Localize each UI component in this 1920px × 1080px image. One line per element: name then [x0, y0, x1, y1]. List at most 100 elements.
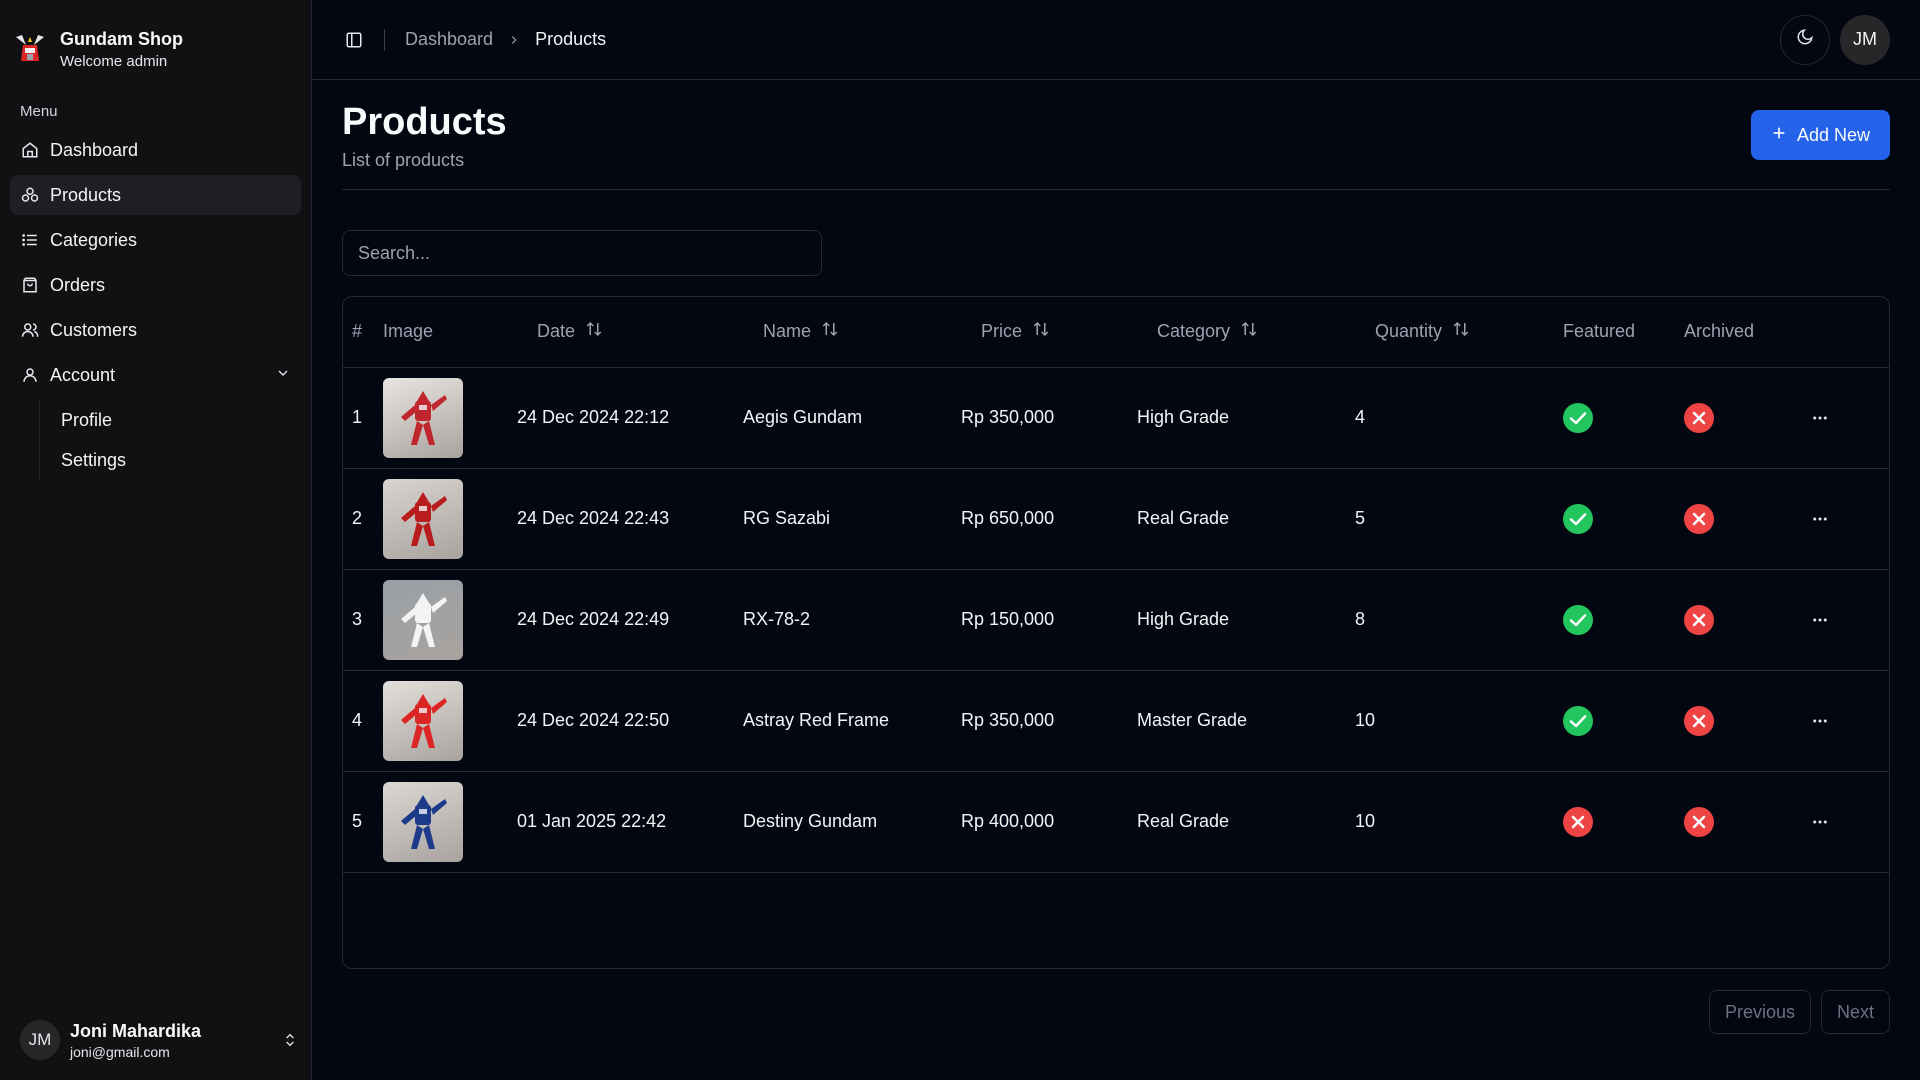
column-header-name[interactable]: Name	[763, 320, 839, 343]
divider	[384, 28, 385, 51]
row-quantity: 4	[1355, 367, 1563, 469]
pagination: Previous Next	[1708, 990, 1890, 1034]
row-number: 1	[343, 367, 383, 469]
table-row[interactable]: 3 24 Dec 2024 22:49 RX-78-2 Rp 150,000 H…	[343, 569, 1889, 671]
sidebar-nav: Dashboard Products Categories Orders Cus…	[0, 130, 311, 480]
column-header-actions	[1805, 297, 1889, 368]
table-row[interactable]: 4 24 Dec 2024 22:50 Astray Red Frame Rp …	[343, 670, 1889, 772]
page-title: Products	[342, 101, 507, 143]
sidebar-item-products[interactable]: Products	[10, 175, 301, 215]
search-input[interactable]	[342, 230, 822, 276]
column-header-featured: Featured	[1563, 297, 1684, 368]
sidebar-item-orders[interactable]: Orders	[10, 265, 301, 305]
sidebar-item-label: Categories	[50, 229, 138, 250]
row-date: 24 Dec 2024 22:50	[517, 670, 743, 772]
x-circle-icon	[1684, 604, 1714, 635]
product-thumbnail[interactable]	[383, 680, 463, 761]
check-circle-icon	[1563, 705, 1593, 736]
moon-icon	[1796, 28, 1814, 51]
row-date: 24 Dec 2024 22:49	[517, 569, 743, 671]
check-circle-icon	[1563, 604, 1593, 635]
sidebar-item-label: Account	[50, 364, 116, 385]
product-thumbnail[interactable]	[383, 478, 463, 559]
product-thumbnail[interactable]	[383, 377, 463, 458]
shopping-bag-icon	[20, 275, 40, 295]
column-header-label: Quantity	[1375, 321, 1443, 342]
more-actions-icon[interactable]	[1805, 807, 1835, 837]
x-circle-icon	[1684, 402, 1714, 433]
sort-icon	[1240, 320, 1258, 343]
next-button[interactable]: Next	[1820, 990, 1890, 1034]
table-row[interactable]: 5 01 Jan 2025 22:42 Destiny Gundam Rp 40…	[343, 771, 1889, 873]
row-quantity: 10	[1355, 670, 1563, 772]
chevrons-up-down-icon[interactable]	[280, 1030, 300, 1050]
row-category: High Grade	[1137, 569, 1355, 671]
more-actions-icon[interactable]	[1805, 504, 1835, 534]
user-icon	[20, 365, 40, 385]
column-header-price[interactable]: Price	[981, 320, 1050, 343]
sidebar-item-customers[interactable]: Customers	[10, 310, 301, 350]
sidebar-toggle-icon[interactable]	[342, 28, 366, 52]
chevron-right-icon	[507, 33, 521, 47]
table-row[interactable]: 2 24 Dec 2024 22:43 RG Sazabi Rp 650,000…	[343, 468, 1889, 570]
avatar[interactable]: JM	[1840, 14, 1890, 65]
row-price: Rp 350,000	[961, 367, 1137, 469]
breadcrumb-dashboard[interactable]: Dashboard	[405, 29, 493, 50]
x-circle-icon	[1563, 806, 1593, 837]
table-header-row: # Image Date Name Price Category Quantit…	[343, 297, 1889, 368]
theme-toggle-button[interactable]	[1780, 14, 1830, 65]
user-menu[interactable]: JM Joni Mahardika joni@gmail.com	[0, 1000, 320, 1080]
row-quantity: 8	[1355, 569, 1563, 671]
user-email: joni@gmail.com	[70, 1043, 170, 1060]
sidebar: Gundam Shop Welcome admin Menu Dashboard…	[0, 0, 312, 1080]
row-price: Rp 650,000	[961, 468, 1137, 570]
table-row[interactable]: 1 24 Dec 2024 22:12 Aegis Gundam Rp 350,…	[343, 367, 1889, 469]
brand[interactable]: Gundam Shop Welcome admin	[0, 0, 311, 80]
row-price: Rp 400,000	[961, 771, 1137, 873]
more-actions-icon[interactable]	[1805, 706, 1835, 736]
column-header-label: Category	[1157, 321, 1231, 342]
x-circle-icon	[1684, 503, 1714, 534]
column-header-image: Image	[383, 297, 517, 368]
sidebar-item-dashboard[interactable]: Dashboard	[10, 130, 301, 170]
chevron-down-icon	[275, 365, 291, 386]
row-number: 3	[343, 569, 383, 671]
x-circle-icon	[1684, 705, 1714, 736]
sort-icon	[1452, 320, 1470, 343]
brand-title: Gundam Shop	[60, 28, 183, 49]
row-name: RX-78-2	[743, 569, 961, 671]
brand-subtitle: Welcome admin	[60, 52, 168, 70]
sidebar-item-account[interactable]: Account	[10, 355, 301, 395]
row-quantity: 5	[1355, 468, 1563, 570]
sidebar-item-profile[interactable]: Profile	[61, 400, 301, 440]
previous-button[interactable]: Previous	[1708, 990, 1811, 1034]
add-new-label: Add New	[1796, 124, 1870, 145]
column-header-number: #	[343, 297, 383, 368]
user-name: Joni Mahardika	[70, 1020, 202, 1041]
row-name: RG Sazabi	[743, 468, 961, 570]
product-thumbnail[interactable]	[383, 781, 463, 862]
check-circle-icon	[1563, 503, 1593, 534]
page-header: Products List of products Add New	[342, 101, 1890, 190]
more-actions-icon[interactable]	[1805, 605, 1835, 635]
product-thumbnail[interactable]	[383, 579, 463, 660]
more-actions-icon[interactable]	[1805, 403, 1835, 433]
row-name: Destiny Gundam	[743, 771, 961, 873]
sidebar-item-categories[interactable]: Categories	[10, 220, 301, 260]
sidebar-item-label: Customers	[50, 319, 138, 340]
add-new-button[interactable]: Add New	[1750, 110, 1890, 160]
sidebar-item-label: Orders	[50, 274, 106, 295]
account-subnav: Profile Settings	[39, 400, 301, 480]
users-icon	[20, 320, 40, 340]
sort-icon	[821, 320, 839, 343]
row-quantity: 10	[1355, 771, 1563, 873]
sort-icon	[1032, 320, 1050, 343]
column-header-category[interactable]: Category	[1157, 320, 1258, 343]
page-subtitle: List of products	[342, 149, 465, 170]
sidebar-item-settings[interactable]: Settings	[61, 440, 301, 480]
row-category: Master Grade	[1137, 670, 1355, 772]
row-price: Rp 350,000	[961, 670, 1137, 772]
column-header-quantity[interactable]: Quantity	[1375, 320, 1470, 343]
row-number: 2	[343, 468, 383, 570]
column-header-date[interactable]: Date	[537, 320, 603, 343]
